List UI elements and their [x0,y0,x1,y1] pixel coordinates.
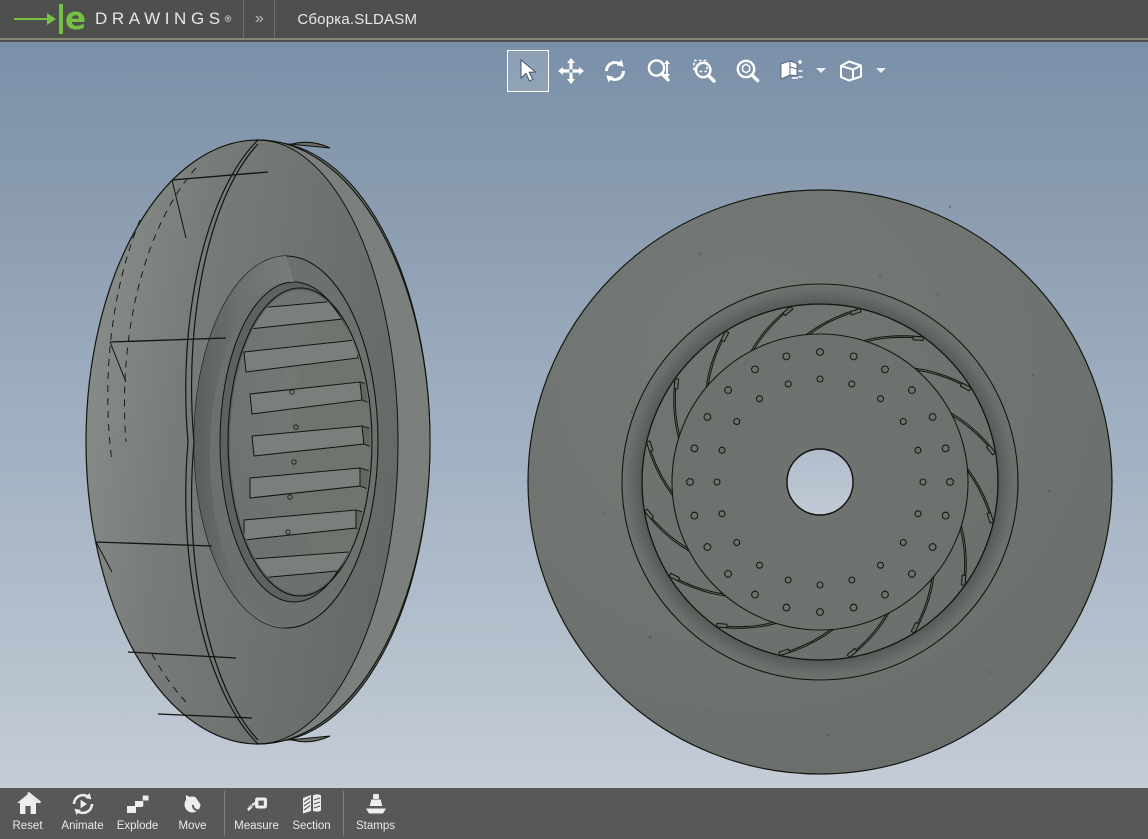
edrawings-window: e DRAWINGS ® » Сборка.SLDASM Reset Anima… [0,0,1148,839]
bottom-group-view: Reset Animate Explode Move [0,788,220,839]
reset-label: Reset [12,820,43,832]
explode-steps-icon [125,791,151,817]
bottom-group-markup: Stamps [348,788,403,839]
view-orientation-dropdown-arrow[interactable] [873,50,889,91]
stamps-button[interactable]: Stamps [348,788,403,839]
chevron-double-right-icon[interactable]: » [244,0,274,38]
home-icon [15,791,41,817]
edrawings-logo: e DRAWINGS ® [0,0,243,39]
animate-label: Animate [61,820,104,832]
blade-tip [960,574,967,586]
select-tool-button[interactable] [507,49,549,92]
rotate-circular-icon [605,59,625,82]
reset-button[interactable]: Reset [0,788,55,839]
impeller-front-view[interactable] [527,189,1113,775]
move-button[interactable]: Move [165,788,220,839]
arrow-right-icon [14,12,58,26]
blade-tip [673,378,680,390]
move-label: Move [178,820,207,832]
title-bar: e DRAWINGS ® » Сборка.SLDASM [0,0,1148,40]
pan-four-arrows-icon [558,57,584,84]
zoom-to-fit-tool-button[interactable] [725,50,769,91]
animate-play-icon [70,791,96,817]
document-title: Сборка.SLDASM [297,10,418,28]
rotate-tool-button[interactable] [593,50,637,91]
blade-tip [912,335,924,342]
zoom-to-area-tool-button[interactable] [681,50,725,91]
logo-bar-divider [59,4,63,34]
measure-label: Measure [234,820,279,832]
model-viewport[interactable] [0,42,1148,788]
explode-view-dropdown-arrow[interactable] [813,50,829,91]
explode-button[interactable]: Explode [110,788,165,839]
view-orientation-tool-button[interactable] [829,50,873,91]
zoom-to-area-icon [692,59,716,83]
cad-model-canvas[interactable] [0,42,1148,788]
zoom-inout-icon [647,58,670,81]
stamp-icon [363,791,389,817]
section-cyl-icon [299,791,325,817]
cursor-arrow-icon [520,58,537,82]
exploded-box-icon [780,59,802,80]
zoom-to-fit-icon [736,59,759,82]
explode-label: Explode [116,820,159,832]
measure-button[interactable]: Measure [229,788,284,839]
blade-tip [716,622,728,629]
logo-letter-e: e [65,1,87,37]
bottom-toolbar-spacer [403,788,1148,839]
impeller-isometric-view[interactable] [85,139,431,745]
bottom-toolbar-divider-2 [343,791,344,836]
pan-tool-button[interactable] [549,50,593,91]
animate-button[interactable]: Animate [55,788,110,839]
view-tools-toolbar [507,48,889,93]
move-rotate-icon [180,791,206,817]
section-label: Section [292,820,331,832]
bottom-group-tools: Measure Section [229,788,339,839]
logo-wordmark: DRAWINGS [95,9,225,28]
registered-mark-icon: ® [224,14,232,24]
bottom-toolbar: Reset Animate Explode Move Measure Secti… [0,788,1148,839]
stamps-label: Stamps [356,820,395,832]
measure-tape-icon [244,791,270,817]
view-cube-icon [840,59,862,82]
zoom-in-out-tool-button[interactable] [637,50,681,91]
section-button[interactable]: Section [284,788,339,839]
hub-center-hole [786,448,854,516]
bottom-toolbar-divider-1 [224,791,225,836]
explode-view-tool-button[interactable] [769,50,813,91]
